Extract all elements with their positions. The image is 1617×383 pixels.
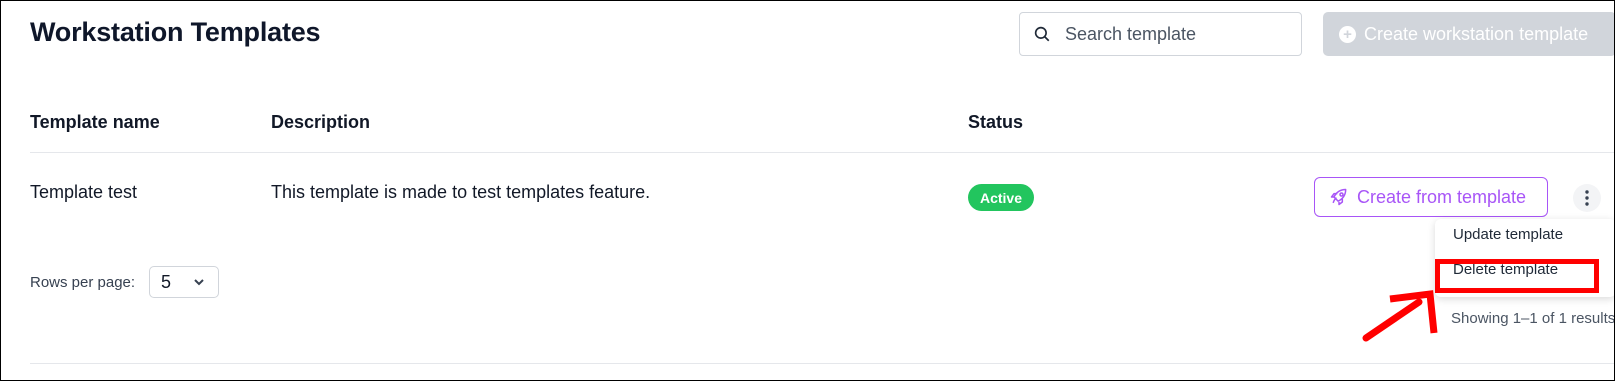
search-input[interactable] [1063, 22, 1287, 46]
rocket-icon [1330, 188, 1347, 206]
menu-item-update-template[interactable]: Update template [1453, 226, 1563, 243]
rows-per-page-select[interactable]: 5 [149, 266, 219, 298]
column-header-description: Description [271, 112, 371, 132]
search-box[interactable] [1019, 12, 1302, 56]
annotation-arrow [1362, 290, 1438, 342]
search-icon [1034, 26, 1050, 42]
create-button-label: Create workstation template [1364, 23, 1589, 44]
column-header-template-name: Template name [30, 112, 160, 132]
kebab-menu-icon [1585, 190, 1589, 206]
create-workstation-template-button[interactable]: + Create workstation template [1323, 12, 1614, 56]
results-count: Showing 1–1 of 1 results [1451, 310, 1615, 327]
template-name-cell: Template test [30, 182, 138, 202]
page-title: Workstation Templates [30, 17, 321, 47]
footer-divider [30, 363, 1614, 364]
header-divider [30, 152, 1614, 153]
create-from-template-label: Create from template [1357, 186, 1527, 207]
row-actions-button[interactable] [1573, 184, 1601, 212]
create-from-template-button[interactable]: Create from template [1314, 177, 1548, 217]
status-badge: Active [968, 184, 1034, 211]
plus-circle-icon: + [1339, 25, 1356, 43]
description-cell: This template is made to test templates … [271, 182, 651, 202]
page-frame: Workstation Templates + Create workstati… [0, 0, 1615, 381]
chevron-down-icon [194, 279, 204, 286]
column-header-status: Status [968, 112, 1024, 132]
rows-per-page-value: 5 [161, 271, 172, 292]
rows-per-page-label: Rows per page: [30, 274, 136, 291]
annotation-highlight-box [1435, 259, 1599, 293]
